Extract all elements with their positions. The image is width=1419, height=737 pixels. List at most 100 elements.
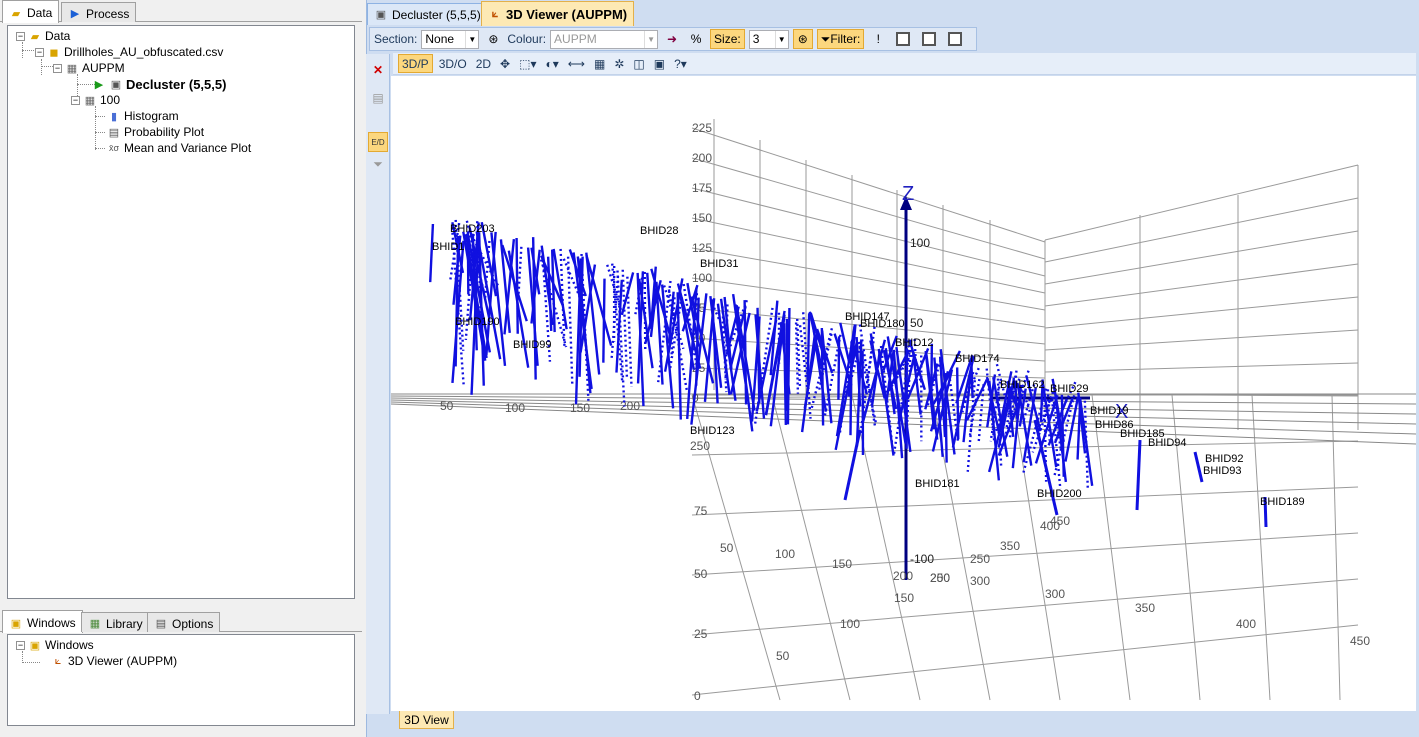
tab-library-label: Library <box>106 616 143 631</box>
steering-wheel-icon[interactable]: ⊛ <box>792 29 813 49</box>
section-combo[interactable]: None ▼ <box>421 29 480 49</box>
tree-node-data[interactable]: − ▰ Data <box>16 28 70 44</box>
lower-tick-label: 50 <box>694 567 708 581</box>
hole-label: BHID19 <box>1090 405 1129 417</box>
mean-variance-icon: x̄σ <box>108 143 120 153</box>
side-grid-line <box>1044 197 1359 263</box>
tab-library[interactable]: ▦ Library <box>81 612 150 632</box>
hole-label: BHID180 <box>860 318 905 330</box>
tab-windows[interactable]: ▣ Windows <box>2 610 83 633</box>
view-3dp-button[interactable]: 3D/P <box>398 54 433 73</box>
size-button[interactable]: Size: <box>710 29 745 49</box>
left-bottom-tabstrip: ▣ Windows ▦ Library ▤ Options <box>0 610 362 633</box>
hole-label: BHID92 <box>1205 453 1244 465</box>
tree-node-meanvar-label: Mean and Variance Plot <box>124 141 252 155</box>
checkbox-3[interactable] <box>944 29 966 49</box>
grid-icon[interactable]: ▦ <box>591 54 608 73</box>
arrow-right-icon[interactable]: ➜ <box>662 29 682 49</box>
edit-mode-icon[interactable]: E/D <box>368 132 388 152</box>
percent-button[interactable]: % <box>686 29 706 49</box>
filter-button[interactable]: ⏷ Filter: <box>816 29 865 49</box>
tree-node-probability[interactable]: ▤ Probability Plot <box>107 124 204 140</box>
tree-node-file[interactable]: − ◼ Drillholes_AU_obfuscated.csv <box>35 44 223 60</box>
windows-icon: ▣ <box>10 617 22 630</box>
tab-options[interactable]: ▤ Options <box>147 612 221 632</box>
drillhole-trace <box>970 362 974 399</box>
z-tick-label: -100 <box>910 552 934 566</box>
chevron-down-icon: ▼ <box>465 30 478 48</box>
windows-root[interactable]: − ▣ Windows <box>16 637 94 653</box>
table-icon: ▦ <box>84 94 96 107</box>
properties-icon[interactable]: ▤ <box>368 88 388 108</box>
tree-node-variable[interactable]: − ▦ AUPPM <box>53 60 125 76</box>
cube-view-icon[interactable]: ⬚▾ <box>516 54 539 73</box>
size-combo[interactable]: 3 ▼ <box>748 29 789 49</box>
windows-tree: − ▣ Windows ⟀ 3D Viewer (AUPPM) <box>7 634 355 726</box>
back-grid-line <box>691 187 1046 277</box>
screenshot-icon[interactable]: ◫ <box>630 54 647 73</box>
pan-icon[interactable]: ✥ <box>497 54 513 73</box>
library-icon: ▦ <box>89 618 101 630</box>
floor-tick-label: 200 <box>930 571 950 585</box>
colour-combo[interactable]: AUPPM ▼ <box>550 29 659 49</box>
viewer-sidebar: ✕ ▤ E/D ⏷ <box>366 54 390 714</box>
help-button[interactable]: ? ▾ <box>671 54 690 73</box>
tree-node-meanvar[interactable]: x̄σ Mean and Variance Plot <box>107 140 251 156</box>
tab-data[interactable]: ▰ Data <box>2 0 60 23</box>
back-tick-label: 125 <box>692 241 712 255</box>
floor-grid-line <box>691 578 1359 636</box>
drillhole-trace <box>531 237 537 380</box>
tab-process[interactable]: ▶ Process <box>61 2 137 22</box>
export-icon[interactable]: ▣ <box>651 54 668 73</box>
close-icon[interactable]: ✕ <box>368 60 388 80</box>
doc-tab-3dviewer-label: 3D Viewer (AUPPM) <box>506 6 628 22</box>
axes-icon[interactable]: ✲ <box>611 54 627 73</box>
palette-icon[interactable]: ◐▾ <box>542 54 561 73</box>
tab-options-label: Options <box>172 616 214 631</box>
tree-node-histogram[interactable]: ▮ Histogram <box>107 108 179 124</box>
side-grid-line <box>1044 362 1359 373</box>
exclamation-button[interactable]: ! <box>868 29 888 49</box>
view-3do-button[interactable]: 3D/O <box>436 54 470 73</box>
tree-node-decluster[interactable]: ▶ ▣ Decluster (5,5,5) <box>92 76 227 92</box>
3d-viewport[interactable]: ZX10050-10022520017515012510075502505010… <box>391 76 1416 711</box>
doc-tab-decluster[interactable]: ▣ Decluster (5,5,5) <box>367 3 488 25</box>
hole-label: BHID162 <box>1000 379 1045 391</box>
funnel-icon: ⏷ <box>820 31 831 46</box>
view-tab-3dview[interactable]: 3D View <box>399 711 454 729</box>
steering-wheel-icon[interactable]: ⊛ <box>483 29 503 49</box>
collapse-toggle[interactable]: − <box>16 640 25 650</box>
lower-tick-label: 0 <box>694 689 701 703</box>
filter-small-icon[interactable]: ⏷ <box>368 154 388 174</box>
lower-tick-label: 75 <box>694 504 708 518</box>
hole-label: BHID31 <box>700 258 739 270</box>
hole-label: BHID123 <box>690 425 735 437</box>
checkbox-1[interactable] <box>892 29 914 49</box>
size-value: 3 <box>752 32 760 46</box>
window-item-3dviewer[interactable]: ⟀ 3D Viewer (AUPPM) <box>51 653 177 669</box>
window-item-label: 3D Viewer (AUPPM) <box>68 654 178 668</box>
measure-icon[interactable]: ⟷ <box>565 54 588 73</box>
filter-label: Filter: <box>830 32 861 46</box>
view-2d-button[interactable]: 2D <box>473 54 494 73</box>
percent-label: % <box>690 32 702 46</box>
3d-scene[interactable]: ZX10050-10022520017515012510075502505010… <box>391 76 1416 711</box>
drillhole-trace <box>806 313 811 381</box>
floor-tick-label: 350 <box>1000 539 1020 553</box>
hole-label: BHID28 <box>640 225 679 237</box>
floor-grid-line <box>691 624 1359 696</box>
collapse-toggle[interactable]: − <box>71 95 80 105</box>
back-grid-line <box>691 217 1046 294</box>
doc-tab-3dviewer[interactable]: ⟀ 3D Viewer (AUPPM) <box>481 1 635 26</box>
decluster-icon: ▣ <box>375 9 387 21</box>
floor-tick-label: 300 <box>970 574 990 588</box>
collapse-toggle[interactable]: − <box>16 31 25 41</box>
checkbox-2[interactable] <box>918 29 940 49</box>
drillhole-trace <box>602 278 606 363</box>
collapse-toggle[interactable]: − <box>53 63 62 73</box>
hole-label: BHID189 <box>1260 496 1305 508</box>
tree-node-group[interactable]: − ▦ 100 <box>71 92 120 108</box>
collapse-toggle[interactable]: − <box>35 47 44 57</box>
view-tab-label: 3D View <box>404 712 449 727</box>
chevron-down-icon: ▼ <box>644 30 657 48</box>
